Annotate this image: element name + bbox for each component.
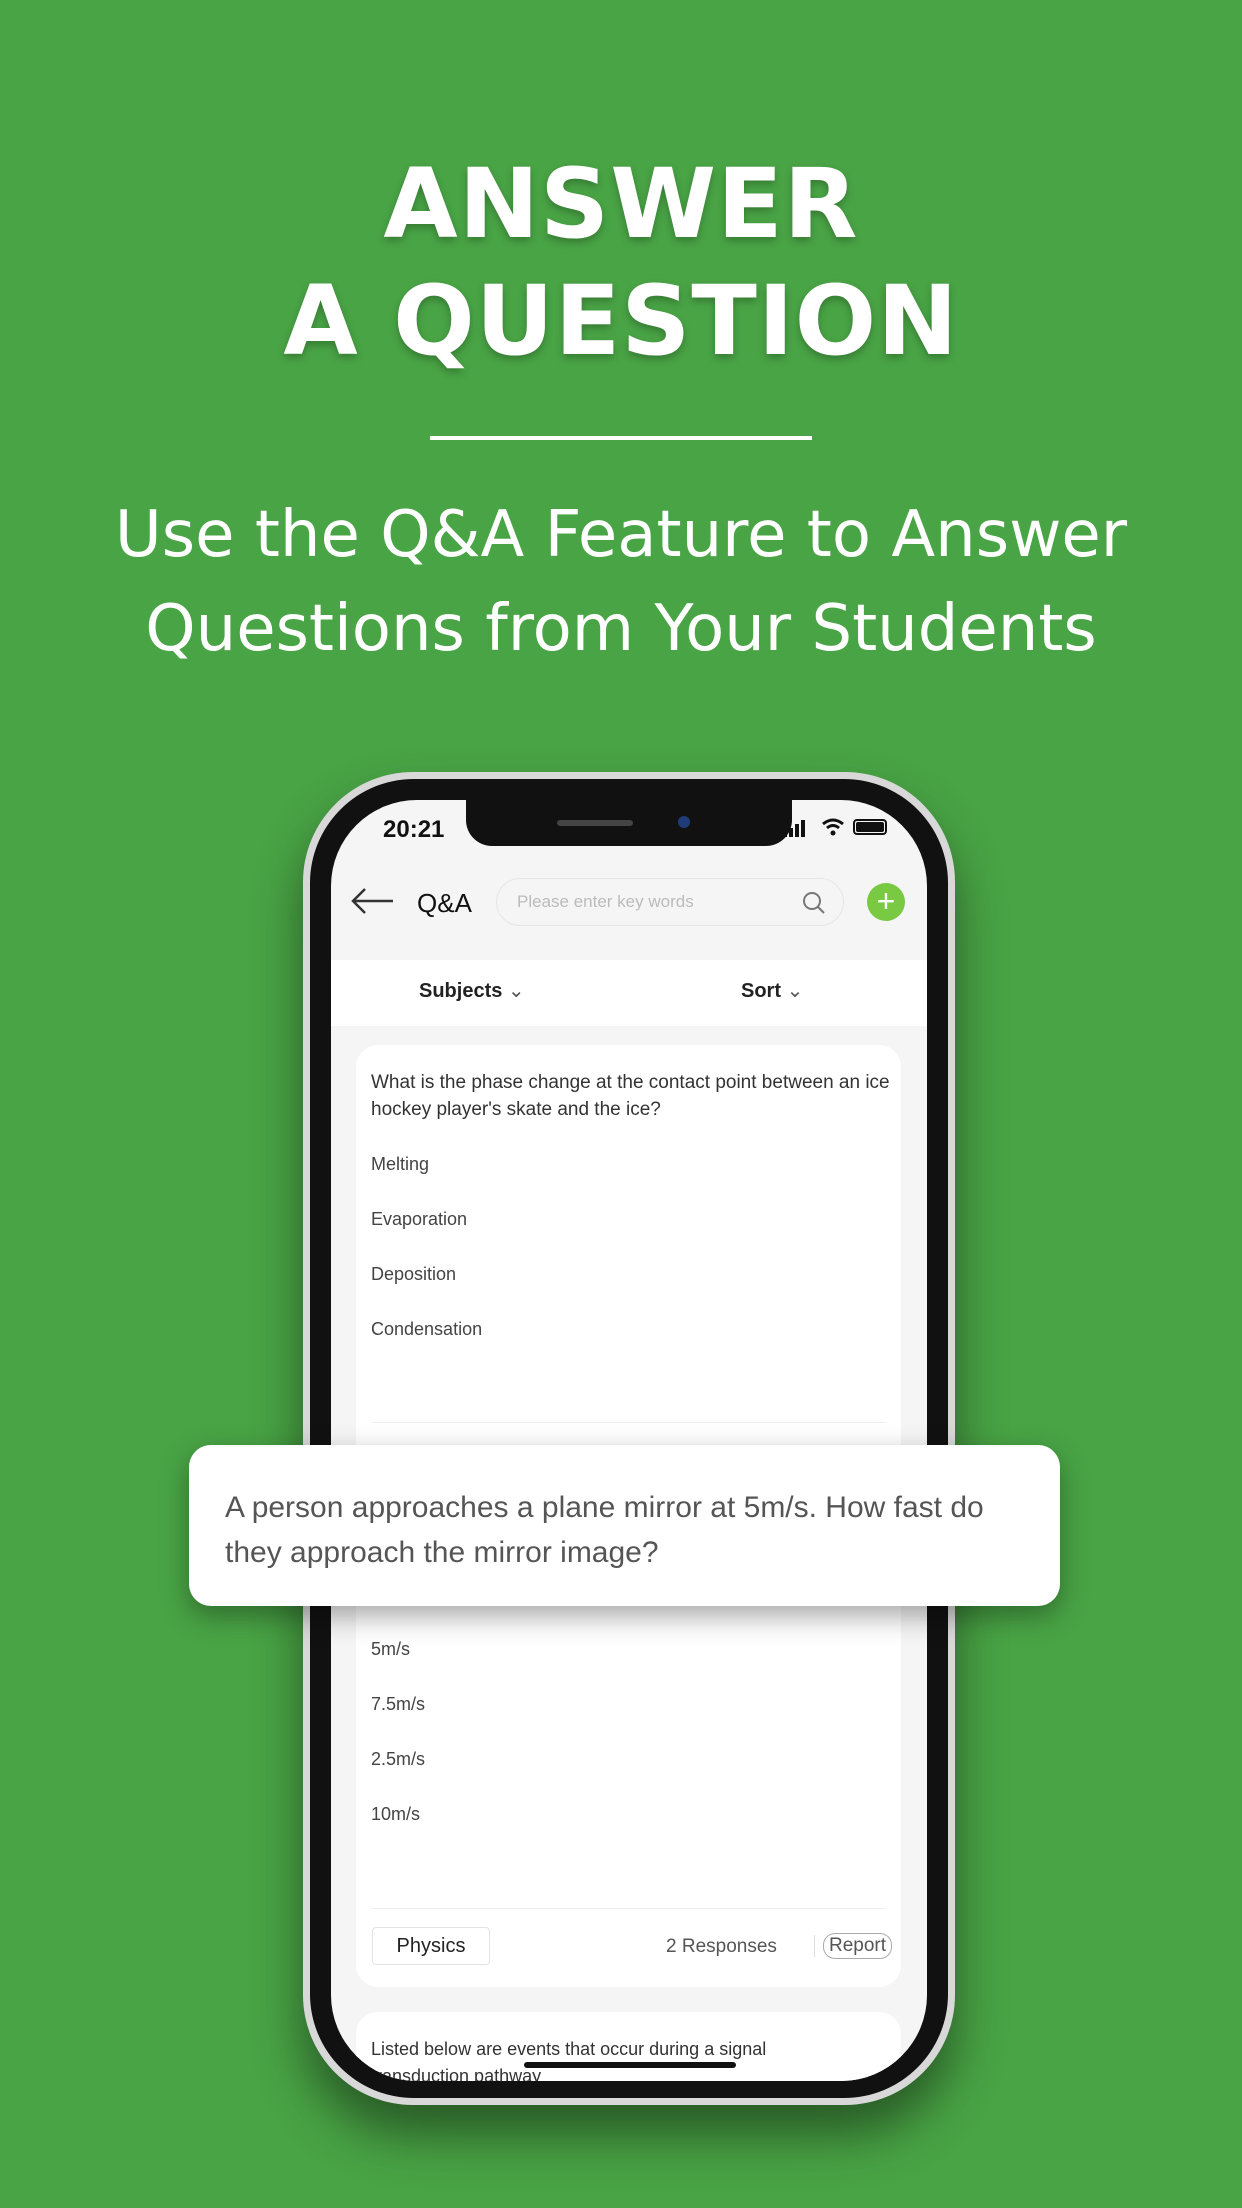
- question-card[interactable]: 5m/s 7.5m/s 2.5m/s 10m/s Physics 2 Respo…: [356, 1605, 901, 1987]
- chevron-down-icon: ⌄: [786, 980, 804, 1002]
- subtitle-line2: Questions from Your Students: [145, 592, 1097, 666]
- signal-icon: [783, 818, 811, 843]
- notch: [466, 800, 792, 846]
- status-time: 20:21: [383, 816, 445, 843]
- responses-count[interactable]: 2 Responses: [666, 1936, 777, 1958]
- plus-icon: +: [876, 883, 896, 919]
- sort-label: Sort: [741, 980, 781, 1002]
- divider: [371, 1908, 886, 1909]
- battery-icon: [853, 819, 887, 835]
- home-indicator[interactable]: [524, 2062, 736, 2068]
- question-text: Listed below are events that occur durin…: [371, 2039, 767, 2081]
- speaker: [557, 820, 633, 826]
- hero-title-line2: A QUESTION: [283, 265, 959, 377]
- hero-title-line1: ANSWER: [383, 148, 859, 260]
- search-icon[interactable]: [801, 890, 827, 916]
- option[interactable]: 5m/s: [371, 1639, 410, 1660]
- divider: [430, 436, 812, 440]
- search-input[interactable]: Please enter key words: [496, 878, 844, 926]
- option[interactable]: 2.5m/s: [371, 1749, 425, 1770]
- option[interactable]: Condensation: [371, 1319, 482, 1340]
- question-card[interactable]: Listed below are events that occur durin…: [356, 2012, 901, 2081]
- sort-filter[interactable]: Sort ⌄: [741, 978, 803, 1003]
- wifi-icon: [821, 817, 845, 842]
- search-placeholder: Please enter key words: [517, 892, 694, 911]
- option[interactable]: 7.5m/s: [371, 1694, 425, 1715]
- divider: [371, 1422, 886, 1423]
- option[interactable]: Evaporation: [371, 1209, 467, 1230]
- chevron-down-icon: ⌄: [507, 980, 525, 1002]
- report-button[interactable]: Report: [823, 1933, 893, 1959]
- camera: [678, 816, 690, 828]
- page-title: Q&A: [417, 888, 472, 918]
- featured-question-popup[interactable]: A person approaches a plane mirror at 5m…: [189, 1445, 1060, 1606]
- back-arrow-icon[interactable]: [349, 886, 395, 921]
- subjects-filter[interactable]: Subjects ⌄: [419, 978, 525, 1003]
- phone-screen: 20:21 Q&A Please enter key words + Subje…: [331, 800, 927, 2081]
- option[interactable]: Melting: [371, 1154, 429, 1175]
- add-question-button[interactable]: +: [867, 883, 905, 921]
- question-text: What is the phase change at the contact …: [371, 1072, 890, 1120]
- option[interactable]: Deposition: [371, 1264, 456, 1285]
- separator: [814, 1935, 815, 1957]
- subject-tag[interactable]: Physics: [372, 1927, 490, 1965]
- option[interactable]: 10m/s: [371, 1804, 420, 1825]
- subjects-label: Subjects: [419, 980, 503, 1002]
- subtitle-line1: Use the Q&A Feature to Answer: [114, 498, 1128, 572]
